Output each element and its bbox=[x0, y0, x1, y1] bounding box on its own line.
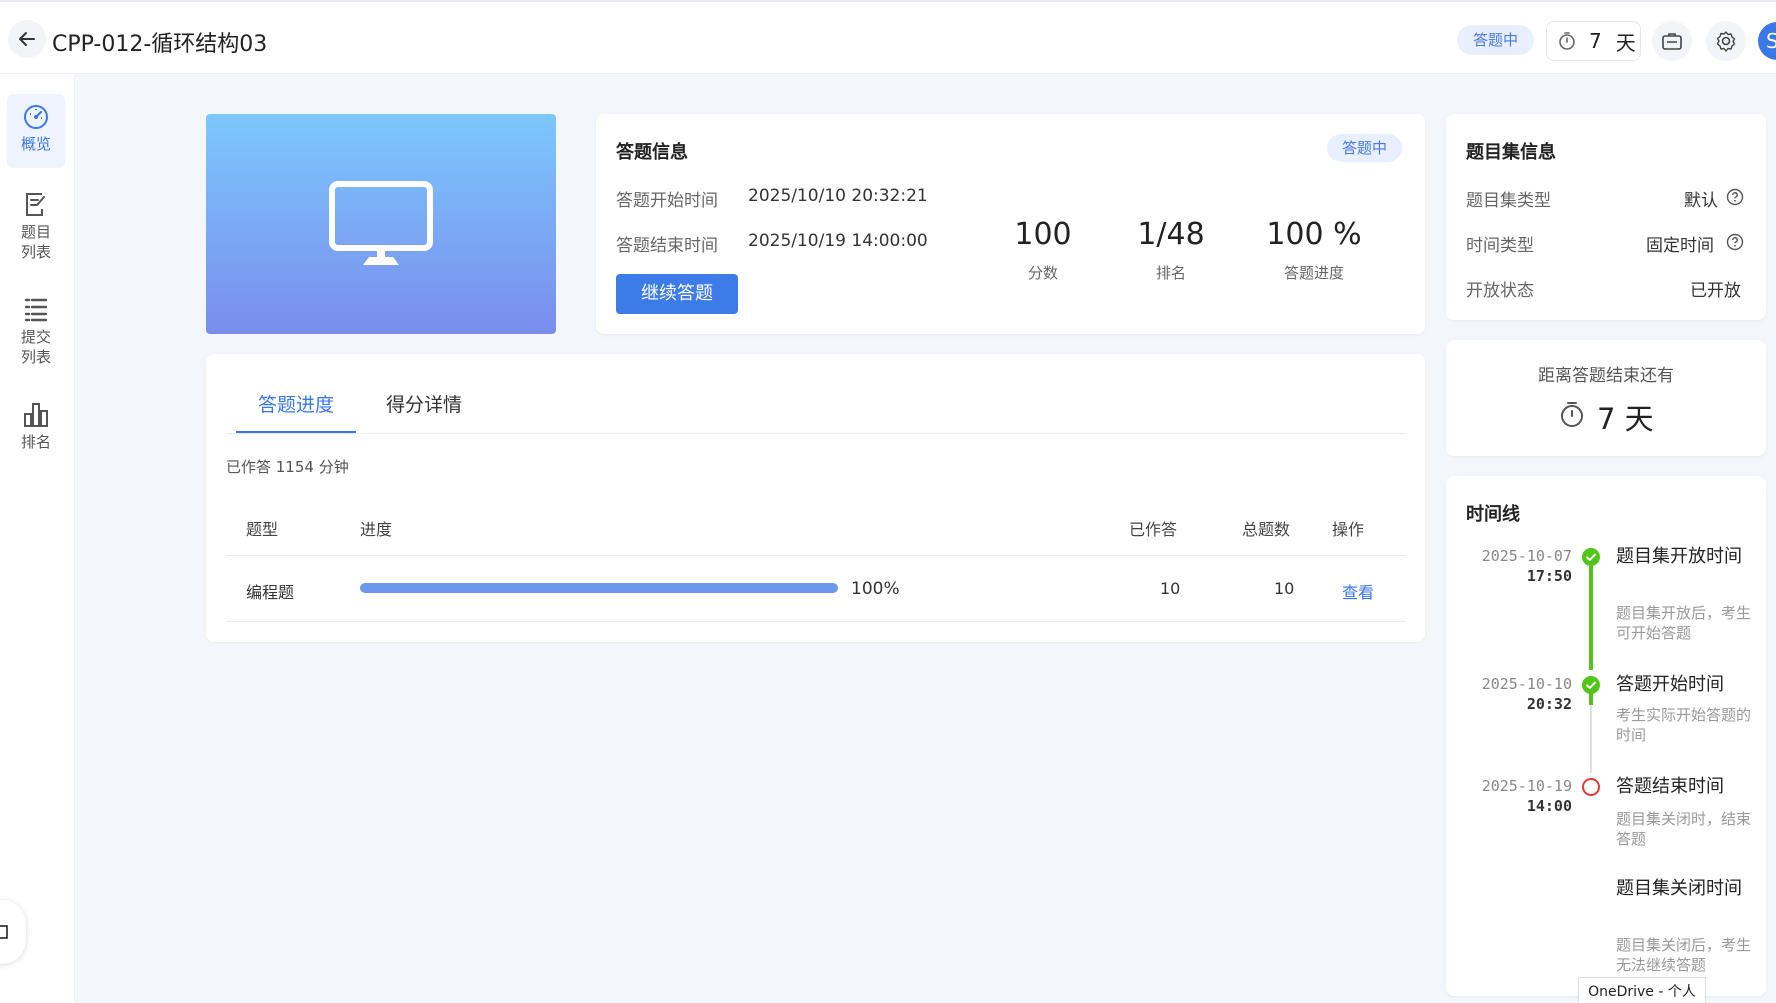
briefcase-button[interactable] bbox=[1652, 21, 1692, 61]
table-divider bbox=[226, 621, 1406, 622]
timeline-date: 2025-10-10 bbox=[1481, 675, 1572, 693]
back-button[interactable] bbox=[8, 20, 46, 58]
list-icon bbox=[24, 298, 48, 322]
tab-answer-progress[interactable]: 答题进度 bbox=[236, 390, 356, 434]
timeline-date: 2025-10-19 bbox=[1481, 777, 1572, 795]
gear-icon bbox=[1716, 31, 1736, 52]
stopwatch-icon bbox=[1559, 32, 1575, 50]
briefcase-icon bbox=[1662, 33, 1682, 50]
timeline-event-title: 答题结束时间 bbox=[1616, 776, 1724, 797]
continue-answer-button[interactable]: 继续答题 bbox=[616, 274, 738, 314]
pending-circle-icon bbox=[1582, 778, 1600, 796]
page-title: CPP-012-循环结构03 bbox=[52, 32, 268, 57]
total-count: 10 bbox=[1274, 579, 1295, 598]
timer-value: 7 bbox=[1589, 29, 1602, 53]
timeline-event-desc: 题目集关闭后，考生无法继续答题 bbox=[1616, 936, 1752, 974]
sidebar-item-label: 排名 bbox=[20, 433, 51, 451]
help-icon bbox=[1726, 233, 1744, 251]
time-type-label: 时间类型 bbox=[1466, 236, 1534, 256]
timeline-time: 20:32 bbox=[1526, 695, 1572, 713]
start-time-value: 2025/10/10 20:32:21 bbox=[748, 186, 928, 206]
rank-value: 1/48 bbox=[1137, 217, 1205, 252]
timeline-event-desc: 考生实际开始答题的时间 bbox=[1616, 706, 1752, 744]
timeline-event-desc: 题目集开放后，考生可开始答题 bbox=[1616, 604, 1752, 642]
arrow-left-icon bbox=[19, 32, 35, 46]
open-status-value: 已开放 bbox=[1690, 281, 1741, 301]
table-divider bbox=[226, 555, 1406, 556]
progress-percent: 100% bbox=[851, 579, 900, 599]
settings-button[interactable] bbox=[1706, 21, 1746, 61]
problem-set-cover bbox=[206, 114, 556, 334]
sidebar-item-submissions[interactable]: 提交 列表 bbox=[7, 295, 65, 367]
tab-divider bbox=[226, 433, 1406, 434]
progress-label: 答题进度 bbox=[1283, 264, 1344, 282]
sidebar-item-overview[interactable]: 概览 bbox=[7, 94, 65, 168]
set-type-label: 题目集类型 bbox=[1466, 191, 1551, 211]
onedrive-tooltip: OneDrive - 个人 bbox=[1578, 977, 1706, 1003]
set-info-title: 题目集信息 bbox=[1466, 142, 1556, 163]
timeline-connector bbox=[1590, 705, 1592, 773]
top-bar: CPP-012-循环结构03 答题中 7 天 S bbox=[0, 0, 1776, 74]
timeline-connector bbox=[1589, 566, 1593, 670]
help-icon bbox=[1726, 188, 1744, 206]
column-header: 总题数 bbox=[1242, 520, 1291, 539]
score-label: 分数 bbox=[1027, 264, 1058, 282]
answer-status-badge: 答题中 bbox=[1327, 134, 1403, 162]
column-header: 题型 bbox=[246, 520, 279, 539]
timeline-event-title: 题目集开放时间 bbox=[1616, 546, 1742, 567]
sidebar-item-label: 概览 bbox=[20, 135, 51, 153]
start-time-label: 答题开始时间 bbox=[616, 191, 718, 211]
countdown-value: 7 天 bbox=[1597, 402, 1654, 436]
set-type-value: 默认 bbox=[1684, 191, 1718, 211]
progress-value: 100 % bbox=[1266, 217, 1362, 252]
timeline-time: 17:50 bbox=[1526, 567, 1572, 585]
progress-bar bbox=[360, 583, 838, 593]
score-stat: 100 分数 bbox=[973, 217, 1113, 283]
check-circle-icon bbox=[1582, 676, 1600, 694]
timeline-date: 2025-10-07 bbox=[1481, 547, 1572, 565]
avatar[interactable]: S bbox=[1758, 22, 1776, 60]
timeline-time: 14:00 bbox=[1526, 797, 1572, 815]
timeline-event-desc: 题目集关闭时，结束答题 bbox=[1616, 810, 1752, 848]
question-type: 编程题 bbox=[246, 583, 295, 602]
progress-bar-fill bbox=[360, 583, 838, 593]
rank-label: 排名 bbox=[1155, 264, 1186, 282]
end-time-label: 答题结束时间 bbox=[616, 236, 718, 256]
timeline-event-title: 题目集关闭时间 bbox=[1616, 878, 1742, 899]
sidebar: 概览 题目 列表 提交 列表 排名 bbox=[0, 74, 75, 1003]
stopwatch-icon bbox=[1561, 402, 1583, 427]
dashboard-icon bbox=[24, 105, 48, 129]
sidebar-item-problems[interactable]: 题目 列表 bbox=[7, 190, 65, 262]
elapsed-time: 已作答 1154 分钟 bbox=[226, 458, 349, 476]
sidebar-item-ranking[interactable]: 排名 bbox=[7, 400, 65, 452]
rank-stat: 1/48 排名 bbox=[1101, 217, 1241, 283]
column-header: 已作答 bbox=[1129, 520, 1178, 539]
end-time-value: 2025/10/19 14:00:00 bbox=[748, 231, 928, 251]
collapse-sidebar-button[interactable] bbox=[0, 900, 26, 964]
timeline-event-title: 答题开始时间 bbox=[1616, 674, 1724, 695]
score-value: 100 bbox=[1014, 217, 1072, 252]
answer-info-title: 答题信息 bbox=[616, 142, 688, 163]
bar-chart-icon bbox=[24, 403, 48, 427]
countdown-label: 距离答题结束还有 bbox=[1538, 366, 1674, 386]
column-header: 操作 bbox=[1332, 520, 1365, 539]
timer-unit: 天 bbox=[1615, 30, 1636, 55]
column-header: 进度 bbox=[360, 520, 393, 539]
open-status-label: 开放状态 bbox=[1466, 281, 1534, 301]
sidebar-item-label: 题目 列表 bbox=[20, 223, 51, 261]
tab-score-details[interactable]: 得分详情 bbox=[386, 390, 462, 434]
check-circle-icon bbox=[1582, 548, 1600, 566]
timer-display: 7 天 bbox=[1546, 21, 1641, 61]
time-type-value: 固定时间 bbox=[1646, 236, 1714, 256]
view-link[interactable]: 查看 bbox=[1342, 579, 1374, 603]
progress-stat: 100 % 答题进度 bbox=[1244, 217, 1384, 283]
timeline-title: 时间线 bbox=[1466, 504, 1520, 525]
panel-icon bbox=[0, 925, 8, 939]
answered-count: 10 bbox=[1160, 579, 1181, 598]
monitor-icon bbox=[329, 181, 433, 265]
edit-list-icon bbox=[26, 193, 45, 216]
status-badge: 答题中 bbox=[1457, 25, 1535, 55]
sidebar-item-label: 提交 列表 bbox=[20, 328, 51, 366]
